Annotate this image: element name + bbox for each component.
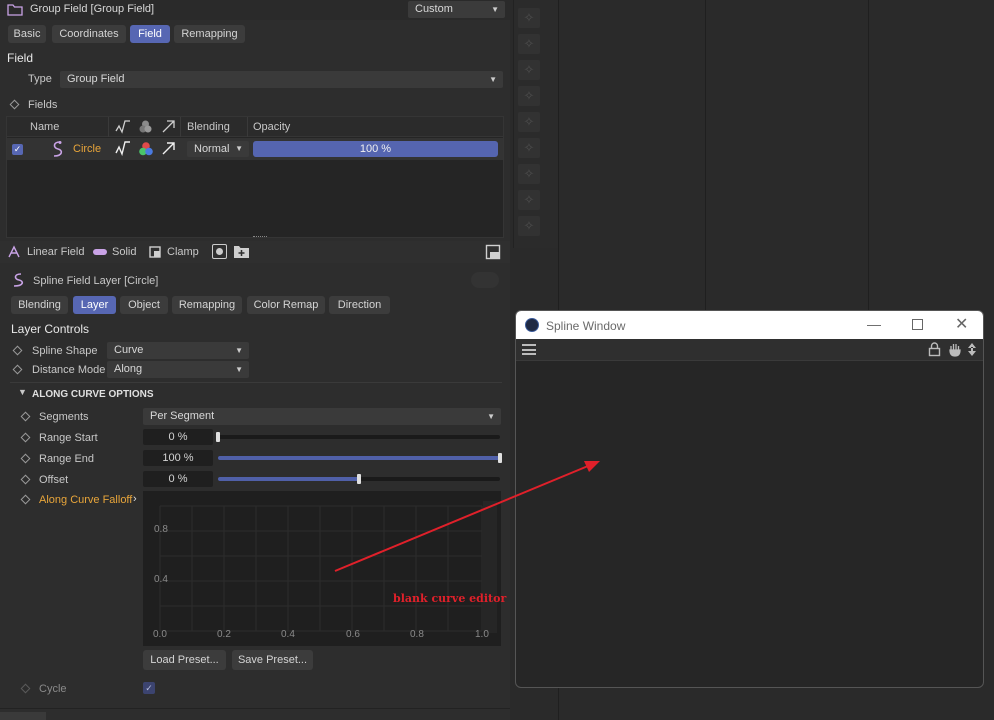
annotation-label: blank curve editor (393, 592, 507, 605)
annotation-arrow (334, 461, 600, 572)
